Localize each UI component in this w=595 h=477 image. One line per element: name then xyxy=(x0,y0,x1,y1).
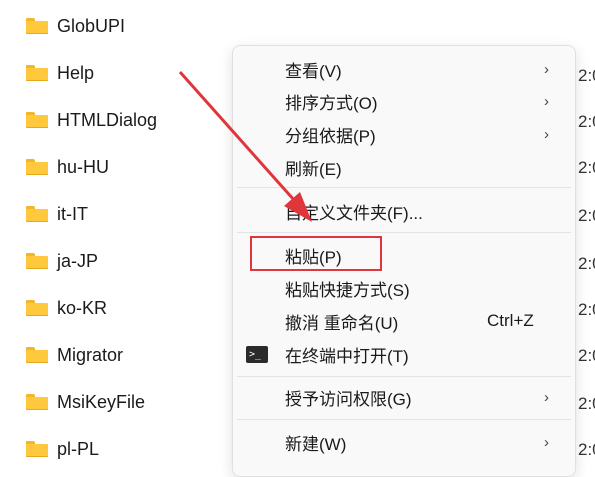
annotation-arrow xyxy=(178,71,312,222)
